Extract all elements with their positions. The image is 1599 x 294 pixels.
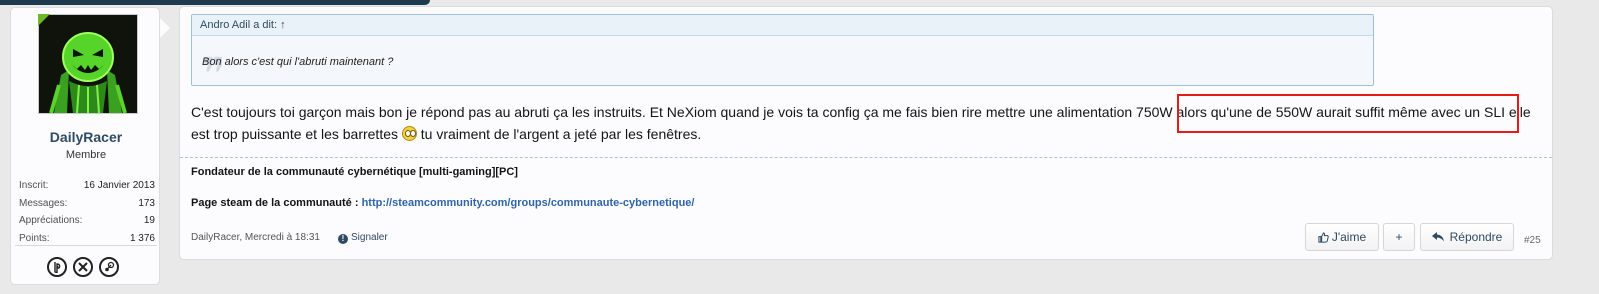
signature-label: Page steam de la communauté : [191,197,362,209]
online-indicator [38,14,50,26]
message-line-2b: tu vraiment de l'argent a jeté par les f… [416,126,702,142]
sidebar-arrow [160,18,170,38]
smiley-icon [401,126,417,141]
user-stats: Inscrit: 16 Janvier 2013 Messages: 173 A… [19,179,155,249]
quote-block: Andro Adil a dit: ↑ ❞ Bon alors c'est qu… [191,14,1374,97]
signature-line-1: Fondateur de la communauté cybernétique … [191,166,518,178]
post-meta[interactable]: DailyRacer, Mercredi à 18:31 [191,232,320,243]
username[interactable]: DailyRacer [11,129,161,145]
thumbs-up-icon [1318,226,1329,252]
stat-value[interactable]: 1 376 [130,232,155,250]
scrollbar[interactable] [1590,0,1599,294]
reply-label: Répondre [1449,230,1503,244]
avatar-image [39,15,137,113]
steam-group-link[interactable]: http://steamcommunity.com/groups/communa… [362,197,695,209]
steam-icon[interactable] [99,257,119,277]
stat-value[interactable]: 173 [138,197,155,215]
alert-icon: ! [338,234,348,244]
report-label: Signaler [351,232,388,243]
stat-value: 19 [143,215,155,226]
quote-attribution[interactable]: Andro Adil a dit: ↑ [192,15,1373,36]
quote-text: Bon alors c'est qui l'abruti maintenant … [202,56,394,68]
divider [15,245,157,246]
post-number[interactable]: #25 [1524,235,1541,246]
xbox-icon[interactable] [73,257,93,277]
report-link[interactable]: ! Signaler [338,232,388,244]
reply-icon [1431,225,1444,251]
user-panel: DailyRacer Membre Inscrit: 16 Janvier 20… [10,7,160,285]
more-button[interactable]: + [1383,223,1415,251]
stat-label: Appréciations: [19,215,83,226]
stat-value: 16 Janvier 2013 [83,180,155,191]
stat-row-joined: Inscrit: 16 Janvier 2013 [19,179,155,197]
signature-divider [180,157,1552,158]
top-nav-tab [0,0,430,5]
stat-label: Messages: [19,197,68,209]
reply-button[interactable]: Répondre [1420,223,1514,251]
stat-label: Inscrit: [19,180,49,191]
stat-row-points: Points: 1 376 [19,232,155,250]
message-line-2a: est trop puissante et les barrettes [191,126,402,142]
message-post: Andro Adil a dit: ↑ ❞ Bon alors c'est qu… [179,6,1553,260]
stat-row-messages: Messages: 173 [19,197,155,215]
like-label: J'aime [1331,230,1367,244]
highlight-annotation-box [1177,94,1519,133]
playstation-icon[interactable] [47,257,67,277]
user-title: Membre [65,149,107,161]
stat-row-likes: Appréciations: 19 [19,214,155,232]
stat-label: Points: [19,232,50,244]
platform-icons [47,257,119,277]
signature-line-2: Page steam de la communauté : http://ste… [191,197,694,209]
like-button[interactable]: J'aime [1305,223,1379,251]
avatar[interactable] [38,14,138,114]
